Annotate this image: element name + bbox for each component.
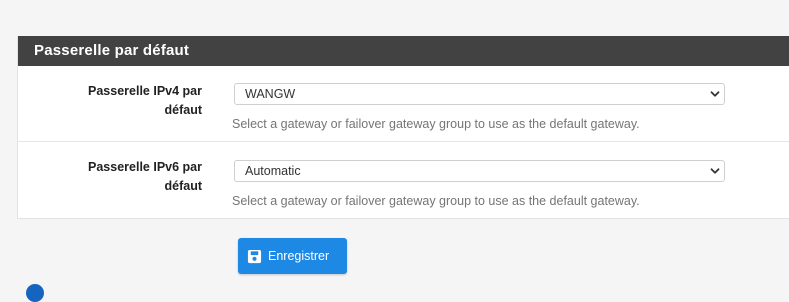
ipv4-gateway-select[interactable]: WANGW xyxy=(234,83,725,105)
chevron-down-icon xyxy=(710,91,720,97)
default-gateway-panel: Passerelle par défaut Passerelle IPv4 pa… xyxy=(17,36,789,219)
panel-title: Passerelle par défaut xyxy=(18,36,789,66)
ipv6-gateway-select[interactable]: Automatic xyxy=(234,160,725,182)
ipv6-gateway-help-text: Select a gateway or failover gateway gro… xyxy=(232,194,640,208)
info-icon[interactable] xyxy=(26,284,44,302)
ipv4-gateway-row: Passerelle IPv4 par défaut WANGW Select … xyxy=(18,66,789,142)
ipv6-gateway-label-line2: défaut xyxy=(164,179,203,193)
ipv6-gateway-row: Passerelle IPv6 par défaut Automatic Sel… xyxy=(18,142,789,217)
ipv6-gateway-select-value: Automatic xyxy=(245,164,301,178)
ipv4-gateway-label-line1: Passerelle IPv4 par xyxy=(88,84,202,98)
ipv4-gateway-help-text: Select a gateway or failover gateway gro… xyxy=(232,117,640,131)
ipv6-gateway-label-line1: Passerelle IPv6 par xyxy=(88,160,202,174)
ipv4-gateway-select-value: WANGW xyxy=(245,87,296,101)
floppy-disk-icon xyxy=(247,249,262,264)
save-button-label: Enregistrer xyxy=(268,249,330,263)
ipv6-gateway-label: Passerelle IPv6 par défaut xyxy=(18,158,202,196)
save-button[interactable]: Enregistrer xyxy=(238,238,347,274)
ipv4-gateway-label: Passerelle IPv4 par défaut xyxy=(18,82,202,120)
ipv4-gateway-label-line2: défaut xyxy=(164,103,203,117)
chevron-down-icon xyxy=(710,168,720,174)
